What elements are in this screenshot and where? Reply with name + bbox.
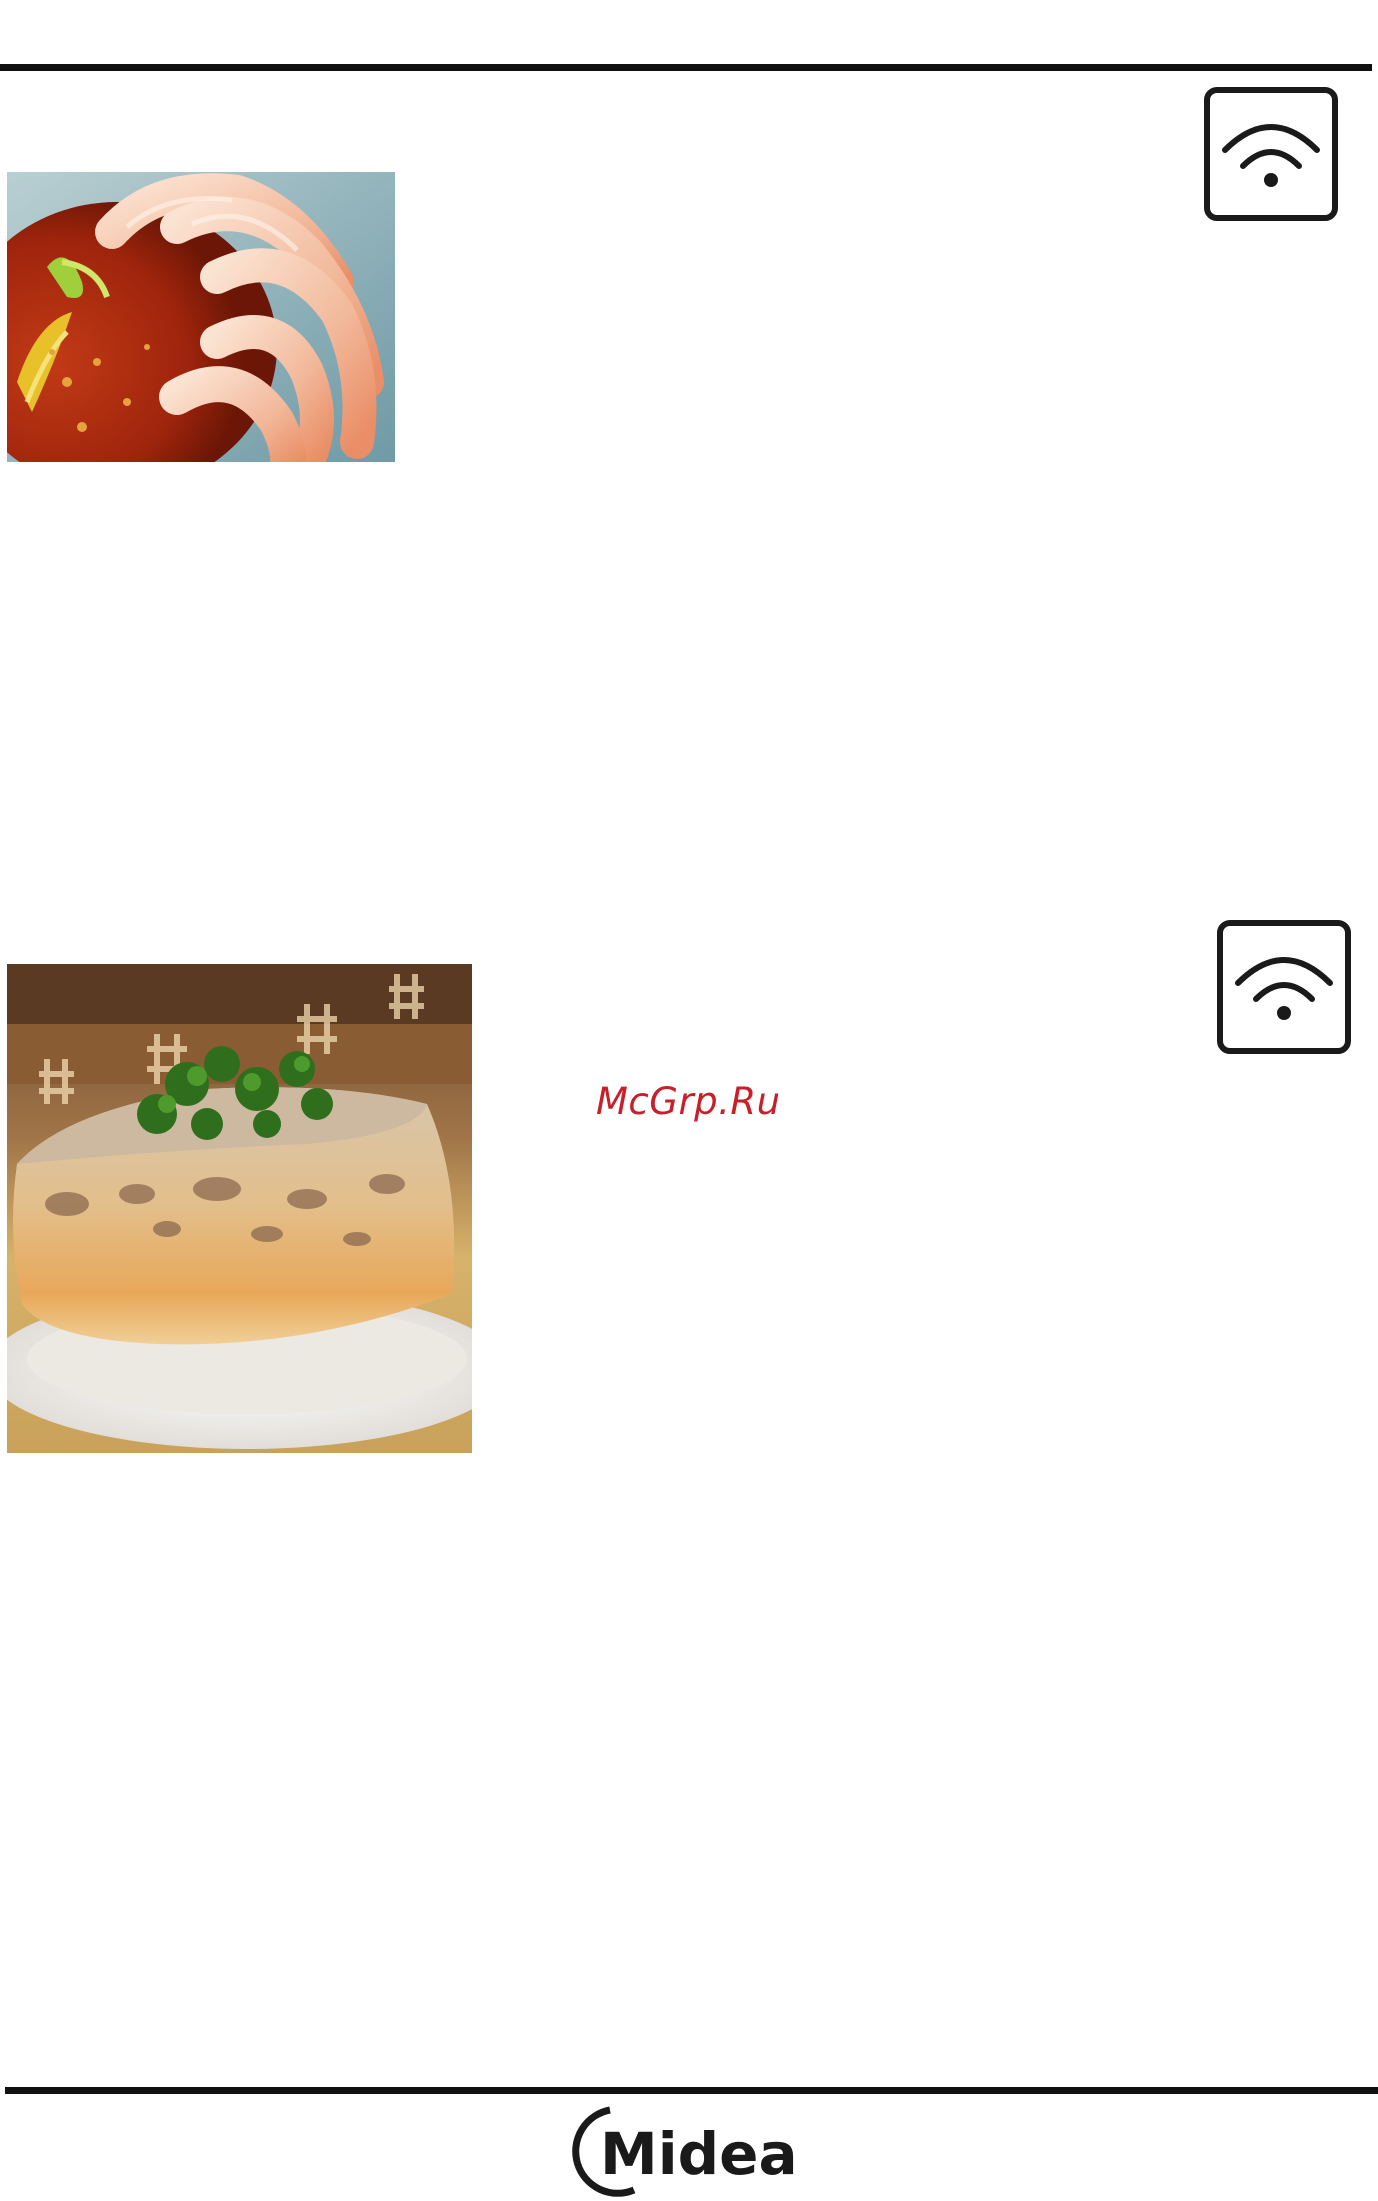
microwave-mode-icon xyxy=(1216,919,1352,1055)
microwave-mode-icon xyxy=(1203,86,1339,222)
svg-text:Midea: Midea xyxy=(600,2120,798,2188)
top-divider xyxy=(0,64,1372,71)
watermark-text: McGrp.Ru xyxy=(596,1080,781,1123)
meat-aspic-photo xyxy=(7,964,472,1453)
bottom-divider xyxy=(5,2087,1378,2094)
shrimp-cocktail-photo xyxy=(7,172,395,462)
midea-logo: Midea xyxy=(566,2100,806,2198)
